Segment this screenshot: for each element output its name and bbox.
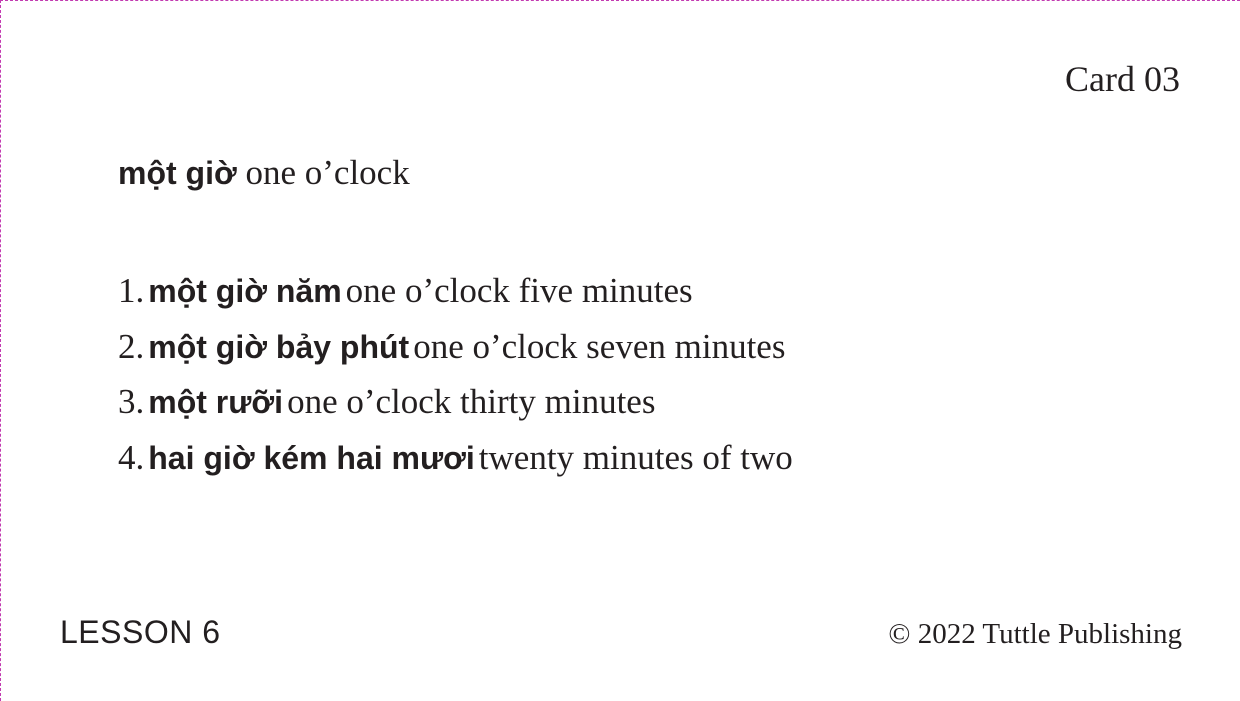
example-number: 4.	[118, 437, 145, 477]
trim-line-left	[0, 0, 1, 701]
example-item: 4. hai giờ kém hai mươi twenty minutes o…	[118, 435, 793, 491]
headword-english: one o’clock	[245, 153, 410, 192]
example-item: 1. một giờ năm one o’clock five minutes	[118, 268, 793, 324]
example-number: 2.	[118, 326, 145, 366]
trim-line-top	[0, 0, 1240, 1]
example-number: 1.	[118, 271, 145, 310]
card-number: Card 03	[1065, 59, 1180, 99]
example-number: 3.	[118, 382, 145, 421]
example-english: twenty minutes of two	[478, 437, 793, 477]
example-english: one o’clock seven minutes	[413, 326, 786, 366]
example-list: 1. một giờ năm one o’clock five minutes …	[118, 268, 793, 490]
example-item: 2. một giờ bảy phút one o’clock seven mi…	[118, 324, 793, 380]
example-item: 3. một rưỡi one o’clock thirty minutes	[118, 379, 793, 435]
flash-card: Card 03 một giờ one o’clock 1. một giờ n…	[0, 0, 1240, 701]
copyright-notice: © 2022 Tuttle Publishing	[888, 618, 1182, 650]
example-vietnamese: một giờ bảy phút	[148, 328, 410, 365]
example-english: one o’clock thirty minutes	[287, 382, 656, 421]
lesson-label: LESSON 6	[60, 614, 221, 650]
example-vietnamese: một rưỡi	[148, 384, 284, 420]
headword-vietnamese: một giờ	[118, 155, 237, 191]
example-vietnamese: một giờ năm	[148, 273, 342, 309]
example-english: one o’clock five minutes	[345, 271, 693, 310]
example-vietnamese: hai giờ kém hai mươi	[148, 439, 475, 476]
headword-line: một giờ one o’clock	[118, 150, 410, 196]
